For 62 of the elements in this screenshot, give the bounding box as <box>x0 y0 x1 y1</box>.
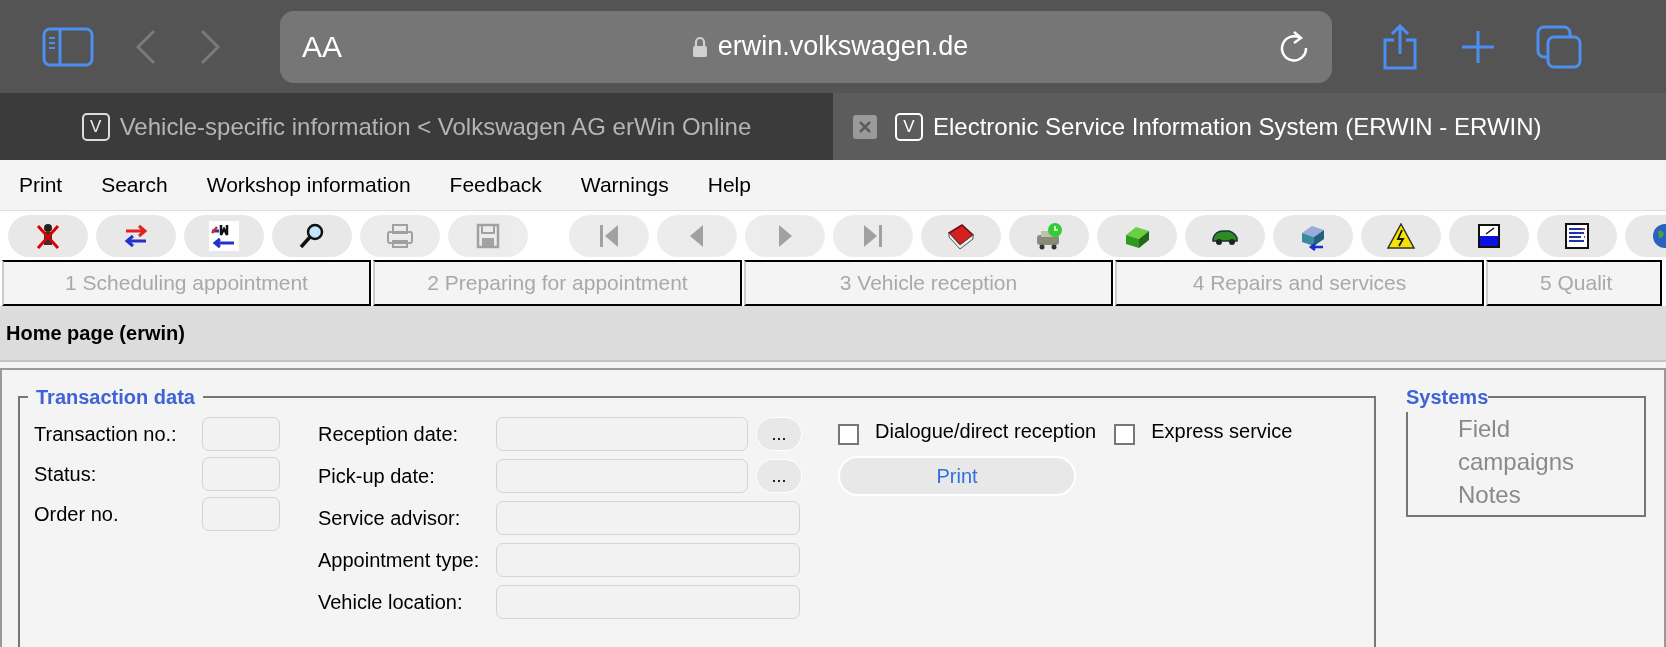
sidebar-icon[interactable] <box>42 26 94 67</box>
swap-arrows-icon <box>209 220 239 251</box>
input-field[interactable] <box>496 585 800 619</box>
url-text: erwin.volkswagen.de <box>717 30 969 64</box>
toolbar-button[interactable] <box>272 214 352 257</box>
checkbox[interactable] <box>838 424 859 445</box>
browser-tab[interactable]: V Electronic Service Information System (ERWIN - ERWIN) <box>833 93 1666 160</box>
favicon: V <box>895 112 923 141</box>
reload-icon[interactable] <box>1278 29 1310 64</box>
print-button[interactable]: Print <box>838 456 1076 496</box>
input-field[interactable] <box>202 417 280 451</box>
toolbar-button[interactable] <box>1449 214 1529 257</box>
toolbar-button[interactable] <box>1537 214 1617 257</box>
input-field[interactable] <box>496 459 748 493</box>
toolbar-button[interactable] <box>1185 214 1265 257</box>
field-label: Service advisor: <box>318 506 462 531</box>
toolbar-button[interactable] <box>8 214 88 257</box>
toolbar-button[interactable] <box>1097 214 1177 257</box>
menu-item[interactable]: Help <box>707 169 751 201</box>
input-field[interactable] <box>202 457 280 491</box>
checkbox[interactable] <box>1114 424 1136 445</box>
menu-item[interactable]: Search <box>101 169 168 201</box>
toolbar-button[interactable] <box>1273 214 1353 257</box>
toolbar-button[interactable] <box>184 214 264 257</box>
lock-icon <box>691 35 708 58</box>
field-label: Pick-up date: <box>318 464 436 489</box>
warning-icon <box>1386 220 1416 251</box>
field-label: Vehicle location: <box>318 590 464 615</box>
field-label: Order no. <box>34 502 120 527</box>
input-field[interactable] <box>496 417 748 451</box>
checkbox-label: Express service <box>1151 419 1293 444</box>
checkbox-label: Dialogue/direct reception <box>875 419 1097 444</box>
field-label: Reception date: <box>318 422 460 447</box>
toolbar-button[interactable] <box>96 214 176 257</box>
toolbar-button[interactable] <box>921 214 1001 257</box>
menu-item[interactable]: Warnings <box>580 169 669 201</box>
tab-title: Vehicle-specific information < Volkswagen AG erWin Online <box>119 111 752 142</box>
plus-icon[interactable] <box>1460 28 1496 65</box>
field-label: Appointment type: <box>318 548 481 573</box>
tab-title: Electronic Service Information System (ERWIN - ERWIN) <box>933 111 1542 142</box>
picker-button[interactable]: ... <box>756 417 802 451</box>
input-field[interactable] <box>496 543 800 577</box>
input-field[interactable] <box>202 497 280 531</box>
field-label: Status: <box>34 462 98 487</box>
car-clock-icon <box>1034 220 1064 251</box>
address-bar[interactable]: AA erwin.volkswagen.de <box>280 10 1332 83</box>
favicon: V <box>81 112 110 141</box>
menu-item[interactable]: Print <box>19 169 63 201</box>
tabs-icon[interactable] <box>1536 24 1582 69</box>
text-size-button[interactable]: AA <box>302 24 382 69</box>
picker-button[interactable]: ... <box>756 459 802 493</box>
page-title: Home page (erwin) <box>6 321 185 346</box>
group-title: Transaction data <box>35 385 196 410</box>
close-icon[interactable] <box>853 114 877 139</box>
menu-item[interactable]: Feedback <box>449 169 542 201</box>
field-label: Transaction no.: <box>34 422 178 447</box>
input-field[interactable] <box>496 501 800 535</box>
toolbar-button[interactable] <box>1361 214 1441 257</box>
browser-tab[interactable]: V Vehicle-specific information < Volkswagen AG erWin Online <box>0 93 833 160</box>
list-icon <box>1562 220 1592 251</box>
menu-item[interactable]: Workshop information <box>206 169 411 201</box>
group-title: Systems <box>1406 385 1489 410</box>
